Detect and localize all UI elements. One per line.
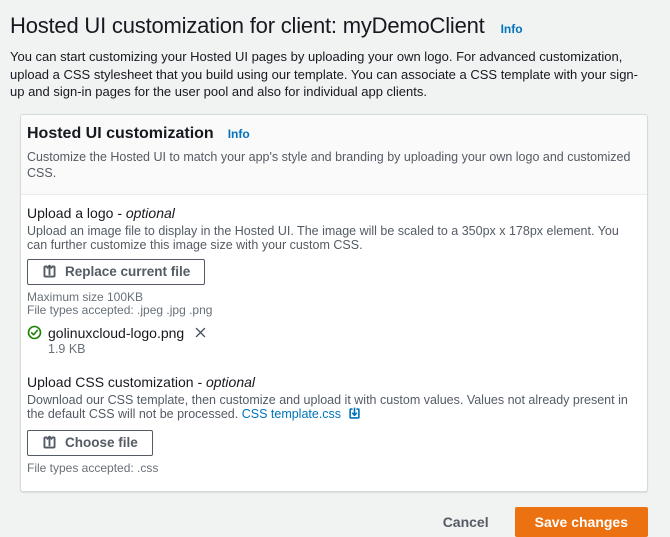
logo-constraints: Maximum size 100KB File types accepted: … [27,291,639,317]
panel-info-link[interactable]: Info [228,127,250,141]
optional-tag: - optional [117,205,175,221]
upload-css-label: Upload CSS customization - optional [27,374,639,390]
footer-actions: Cancel Save changes [20,507,648,537]
cancel-button[interactable]: Cancel [443,514,489,530]
upload-logo-section: Upload a logo - optional Upload an image… [27,205,639,356]
choose-file-label: Choose file [65,435,138,450]
upload-css-section: Upload CSS customization - optional Down… [27,374,639,475]
save-changes-button[interactable]: Save changes [515,507,648,537]
page-title-row: Hosted UI customization for client: myDe… [10,13,648,39]
upload-icon [42,435,57,450]
upload-css-label-text: Upload CSS customization [27,374,194,390]
logo-constraint-size: Maximum size 100KB [27,291,639,304]
css-constraint-types: File types accepted: .css [27,462,639,475]
logo-constraint-types: File types accepted: .jpeg .jpg .png [27,304,639,317]
page-description: You can start customizing your Hosted UI… [10,48,646,101]
remove-file-button[interactable] [194,326,207,339]
page-title: Hosted UI customization for client: myDe… [10,13,485,39]
upload-logo-label-text: Upload a logo [27,205,113,221]
page-info-link[interactable]: Info [501,22,523,36]
upload-logo-description: Upload an image file to display in the H… [27,224,633,252]
uploaded-file-row: golinuxcloud-logo.png [27,325,639,341]
css-template-download-link[interactable]: CSS template.css [242,407,341,421]
uploaded-file-name: golinuxcloud-logo.png [48,325,184,341]
replace-current-file-label: Replace current file [65,264,190,279]
upload-icon [42,264,57,279]
page-header: Hosted UI customization for client: myDe… [0,0,670,101]
close-icon [194,326,207,339]
panel-title-row: Hosted UI customization Info [27,125,639,143]
download-icon[interactable] [344,409,360,423]
panel-description: Customize the Hosted UI to match your ap… [27,149,639,181]
css-constraints: File types accepted: .css [27,462,639,475]
success-check-icon [27,325,42,340]
panel-title: Hosted UI customization [27,125,214,143]
replace-current-file-button[interactable]: Replace current file [27,259,205,285]
hosted-ui-customization-panel: Hosted UI customization Info Customize t… [20,114,648,492]
panel-header: Hosted UI customization Info Customize t… [21,115,647,195]
choose-file-button[interactable]: Choose file [27,430,153,456]
uploaded-file-size: 1.9 KB [48,342,639,356]
panel-body: Upload a logo - optional Upload an image… [21,195,647,491]
upload-logo-label: Upload a logo - optional [27,205,639,221]
optional-tag: - optional [197,374,255,390]
upload-css-description: Download our CSS template, then customiz… [27,393,633,423]
